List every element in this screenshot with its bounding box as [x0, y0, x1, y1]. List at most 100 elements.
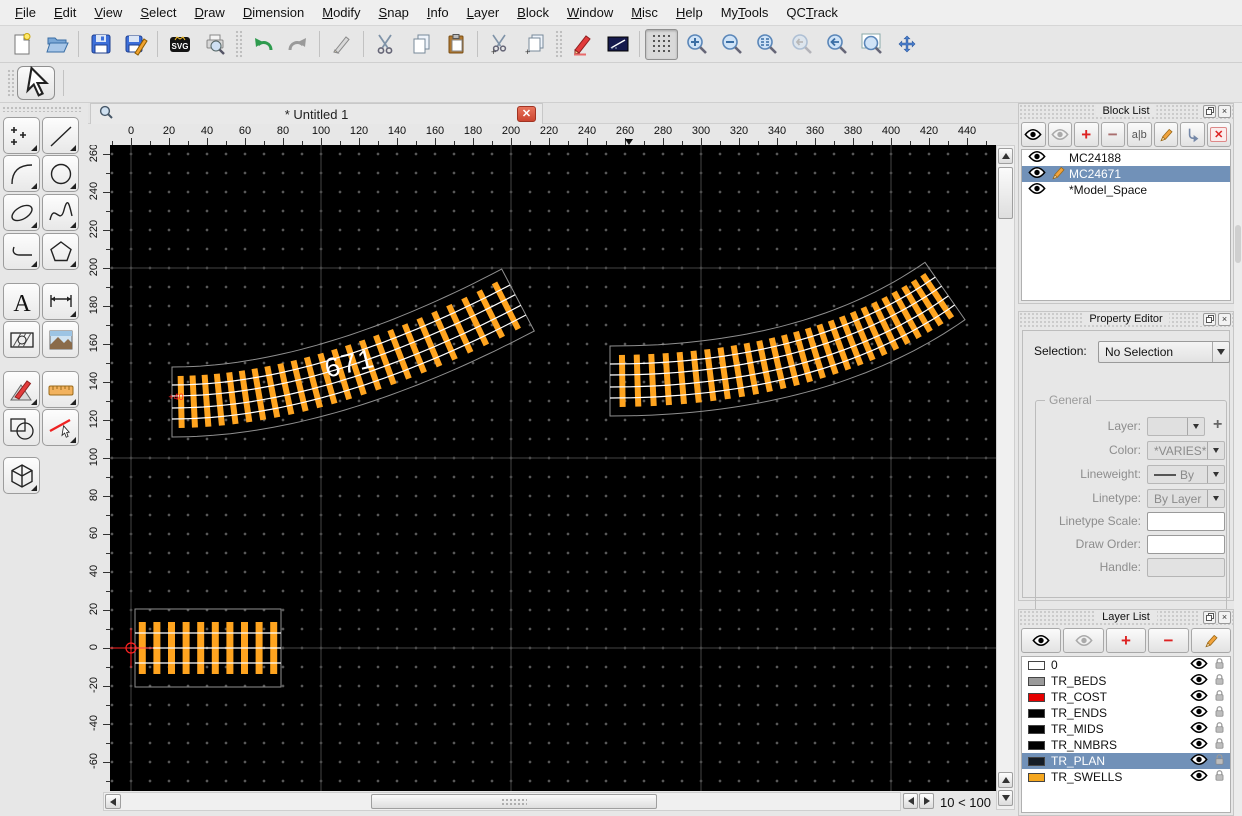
cut-quick-button[interactable]: +: [483, 29, 516, 60]
layer-visibility-eye-icon[interactable]: [1190, 737, 1208, 753]
document-tab[interactable]: * Untitled 1 ✕: [90, 103, 543, 124]
layer-pencil-button[interactable]: [1191, 628, 1231, 653]
block-row[interactable]: MC24671: [1022, 166, 1230, 182]
layer-lock-icon[interactable]: [1214, 689, 1225, 705]
block-pencil-button[interactable]: [1154, 122, 1179, 147]
block-plus-button[interactable]: +: [1074, 122, 1099, 147]
order-tool[interactable]: [3, 409, 40, 446]
zoom-previous-button[interactable]: [785, 29, 818, 60]
layer-visibility-eye-icon[interactable]: [1190, 705, 1208, 721]
layer-plus-button[interactable]: +: [1106, 628, 1146, 653]
lineweight-combo[interactable]: By: [1147, 465, 1225, 484]
layer-eye-off-button[interactable]: [1063, 628, 1103, 653]
block-rename-button[interactable]: a|b: [1127, 122, 1152, 147]
layer-row[interactable]: TR_COST: [1022, 689, 1230, 705]
visibility-eye-icon[interactable]: [1028, 150, 1046, 166]
pen-button[interactable]: [325, 29, 358, 60]
open-file-button[interactable]: [40, 29, 73, 60]
export-svg-button[interactable]: SVG: [163, 29, 196, 60]
polyline-tool[interactable]: [3, 233, 40, 270]
zoom-pan-button[interactable]: [890, 29, 923, 60]
hatch-tool[interactable]: [3, 321, 40, 358]
measure-tool[interactable]: [42, 371, 79, 408]
layer-lock-icon[interactable]: [1214, 721, 1225, 737]
layer-visibility-eye-icon[interactable]: [1190, 657, 1208, 673]
close-panel-icon[interactable]: ×: [1218, 105, 1231, 118]
line-tool[interactable]: [42, 117, 79, 154]
menu-window[interactable]: Window: [558, 2, 622, 23]
image-tool[interactable]: [42, 321, 79, 358]
layer-lock-icon[interactable]: [1214, 705, 1225, 721]
pan-right-button[interactable]: [919, 793, 934, 809]
selection-combo[interactable]: No Selection: [1098, 341, 1230, 363]
dimension-tool[interactable]: [42, 283, 79, 320]
menu-dimension[interactable]: Dimension: [234, 2, 313, 23]
copy-quick-button[interactable]: +: [518, 29, 551, 60]
circle-tool[interactable]: [42, 155, 79, 192]
drawing-canvas[interactable]: 671+40: [110, 145, 996, 791]
layer-minus-red-button[interactable]: −: [1148, 628, 1188, 653]
layer-row[interactable]: 0: [1022, 657, 1230, 673]
horizontal-scroll-handle[interactable]: [371, 794, 657, 809]
scroll-left-button[interactable]: [105, 794, 121, 809]
scroll-up-button-2[interactable]: [998, 772, 1013, 788]
block-eye-button[interactable]: [1021, 122, 1046, 147]
scroll-down-button[interactable]: [998, 790, 1013, 806]
block-row[interactable]: *Model_Space: [1022, 182, 1230, 198]
visibility-eye-icon[interactable]: [1028, 166, 1046, 182]
polygon-tool[interactable]: [42, 233, 79, 270]
menu-info[interactable]: Info: [418, 2, 458, 23]
save-as-button[interactable]: [119, 29, 152, 60]
layer-row[interactable]: TR_ENDS: [1022, 705, 1230, 721]
block-minus-button[interactable]: −: [1101, 122, 1126, 147]
layer-eye-button[interactable]: [1021, 628, 1061, 653]
print-preview-button[interactable]: [198, 29, 231, 60]
close-panel-icon[interactable]: ×: [1218, 313, 1231, 326]
cut-button[interactable]: [369, 29, 402, 60]
paste-button[interactable]: [439, 29, 472, 60]
layer-row[interactable]: TR_BEDS: [1022, 673, 1230, 689]
points-tool[interactable]: [3, 117, 40, 154]
menu-view[interactable]: View: [85, 2, 131, 23]
layer-lock-icon[interactable]: [1214, 673, 1225, 689]
modify-tool[interactable]: [3, 371, 40, 408]
palette-handle[interactable]: [2, 106, 82, 112]
visibility-eye-icon[interactable]: [1028, 182, 1046, 198]
zoom-auto-button[interactable]: [750, 29, 783, 60]
menu-edit[interactable]: Edit: [45, 2, 85, 23]
layer-lock-icon[interactable]: [1214, 657, 1225, 673]
zoom-in-button[interactable]: [680, 29, 713, 60]
layer-lock-icon[interactable]: [1214, 753, 1225, 769]
toolbar-handle[interactable]: [235, 30, 242, 58]
draw-pencil-button[interactable]: [566, 29, 599, 60]
color-combo[interactable]: *VARIES*: [1147, 441, 1225, 460]
layer-lock-icon[interactable]: [1214, 737, 1225, 753]
linetype-combo[interactable]: By Layer: [1147, 489, 1225, 508]
add-layer-icon[interactable]: +: [1213, 416, 1222, 434]
horizontal-scrollbar[interactable]: [103, 792, 901, 811]
menu-file[interactable]: File: [6, 2, 45, 23]
zoom-window-button[interactable]: [855, 29, 888, 60]
draw-order-field[interactable]: [1147, 535, 1225, 554]
select-pointer-button[interactable]: [17, 66, 55, 100]
scroll-up-button[interactable]: [998, 148, 1013, 164]
grid-toggle-button[interactable]: [645, 29, 678, 60]
undo-button[interactable]: [246, 29, 279, 60]
layer-visibility-eye-icon[interactable]: [1190, 673, 1208, 689]
layer-visibility-eye-icon[interactable]: [1190, 721, 1208, 737]
toolbar-handle[interactable]: [7, 69, 14, 97]
menu-draw[interactable]: Draw: [185, 2, 233, 23]
text-tool[interactable]: A: [3, 283, 40, 320]
menu-help[interactable]: Help: [667, 2, 712, 23]
line-style-button[interactable]: [601, 29, 634, 60]
arc-tool[interactable]: [3, 155, 40, 192]
layer-visibility-eye-icon[interactable]: [1190, 753, 1208, 769]
tab-close-button[interactable]: ✕: [517, 106, 536, 122]
vertical-scroll-handle[interactable]: [998, 167, 1013, 219]
linetype-scale-field[interactable]: [1147, 512, 1225, 531]
zoom-out-button[interactable]: [715, 29, 748, 60]
pan-left-button[interactable]: [903, 793, 918, 809]
spline-tool[interactable]: [42, 194, 79, 231]
layer-visibility-eye-icon[interactable]: [1190, 689, 1208, 705]
toolbar-handle[interactable]: [555, 30, 562, 58]
